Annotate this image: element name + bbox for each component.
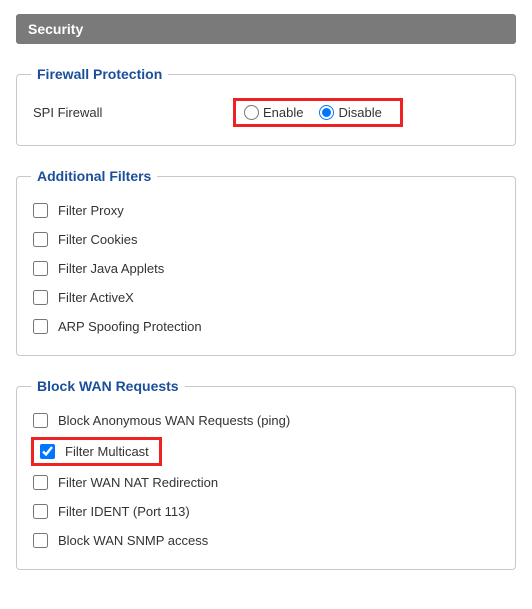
block-wan-item-label: Filter Multicast [65,444,153,459]
additional-filters-list: Filter Proxy Filter Cookies Filter Java Ap… [31,196,501,341]
block-wan-item-checkbox[interactable] [33,504,48,519]
block-wan-item-label: Filter WAN NAT Redirection [58,475,218,490]
spi-firewall-row: SPI Firewall Enable Disable [31,94,501,131]
additional-filter-label: Filter ActiveX [58,290,134,305]
block-wan-list: Block Anonymous WAN Requests (ping) Filte… [31,406,501,555]
page-title: Security [16,14,516,44]
additional-filter-label: Filter Cookies [58,232,137,247]
spi-firewall-enable-option[interactable]: Enable [244,105,303,120]
additional-filter-row: Filter Proxy [31,196,501,225]
additional-filter-label: Filter Proxy [58,203,124,218]
additional-filter-checkbox[interactable] [33,290,48,305]
block-wan-item-row: Block Anonymous WAN Requests (ping) [31,406,501,435]
spi-firewall-highlight: Enable Disable [233,98,403,127]
additional-filter-row: Filter Java Applets [31,254,501,283]
block-wan-item-row: Filter Multicast [31,437,162,466]
additional-filter-checkbox[interactable] [33,203,48,218]
spi-firewall-disable-label: Disable [338,105,381,120]
spi-firewall-label: SPI Firewall [31,105,233,120]
block-wan-group: Block WAN Requests Block Anonymous WAN R… [16,378,516,570]
additional-filters-legend: Additional Filters [31,168,157,184]
block-wan-item-checkbox[interactable] [33,533,48,548]
block-wan-item-checkbox[interactable] [33,475,48,490]
block-wan-item-label: Block WAN SNMP access [58,533,208,548]
additional-filter-checkbox[interactable] [33,319,48,334]
block-wan-legend: Block WAN Requests [31,378,185,394]
block-wan-item-label: Block Anonymous WAN Requests (ping) [58,413,290,428]
additional-filter-row: Filter Cookies [31,225,501,254]
firewall-protection-legend: Firewall Protection [31,66,168,82]
additional-filter-row: ARP Spoofing Protection [31,312,501,341]
spi-firewall-enable-radio[interactable] [244,105,259,120]
additional-filter-checkbox[interactable] [33,232,48,247]
spi-firewall-enable-label: Enable [263,105,303,120]
block-wan-item-row: Block WAN SNMP access [31,526,501,555]
block-wan-item-row: Filter WAN NAT Redirection [31,468,501,497]
block-wan-item-checkbox[interactable] [33,413,48,428]
additional-filter-checkbox[interactable] [33,261,48,276]
additional-filter-label: ARP Spoofing Protection [58,319,202,334]
spi-firewall-disable-radio[interactable] [319,105,334,120]
block-wan-item-checkbox[interactable] [40,444,55,459]
additional-filter-row: Filter ActiveX [31,283,501,312]
block-wan-item-label: Filter IDENT (Port 113) [58,504,190,519]
block-wan-item-row: Filter IDENT (Port 113) [31,497,501,526]
additional-filter-label: Filter Java Applets [58,261,164,276]
additional-filters-group: Additional Filters Filter Proxy Filter Co… [16,168,516,356]
firewall-protection-group: Firewall Protection SPI Firewall Enable … [16,66,516,146]
spi-firewall-disable-option[interactable]: Disable [319,105,381,120]
